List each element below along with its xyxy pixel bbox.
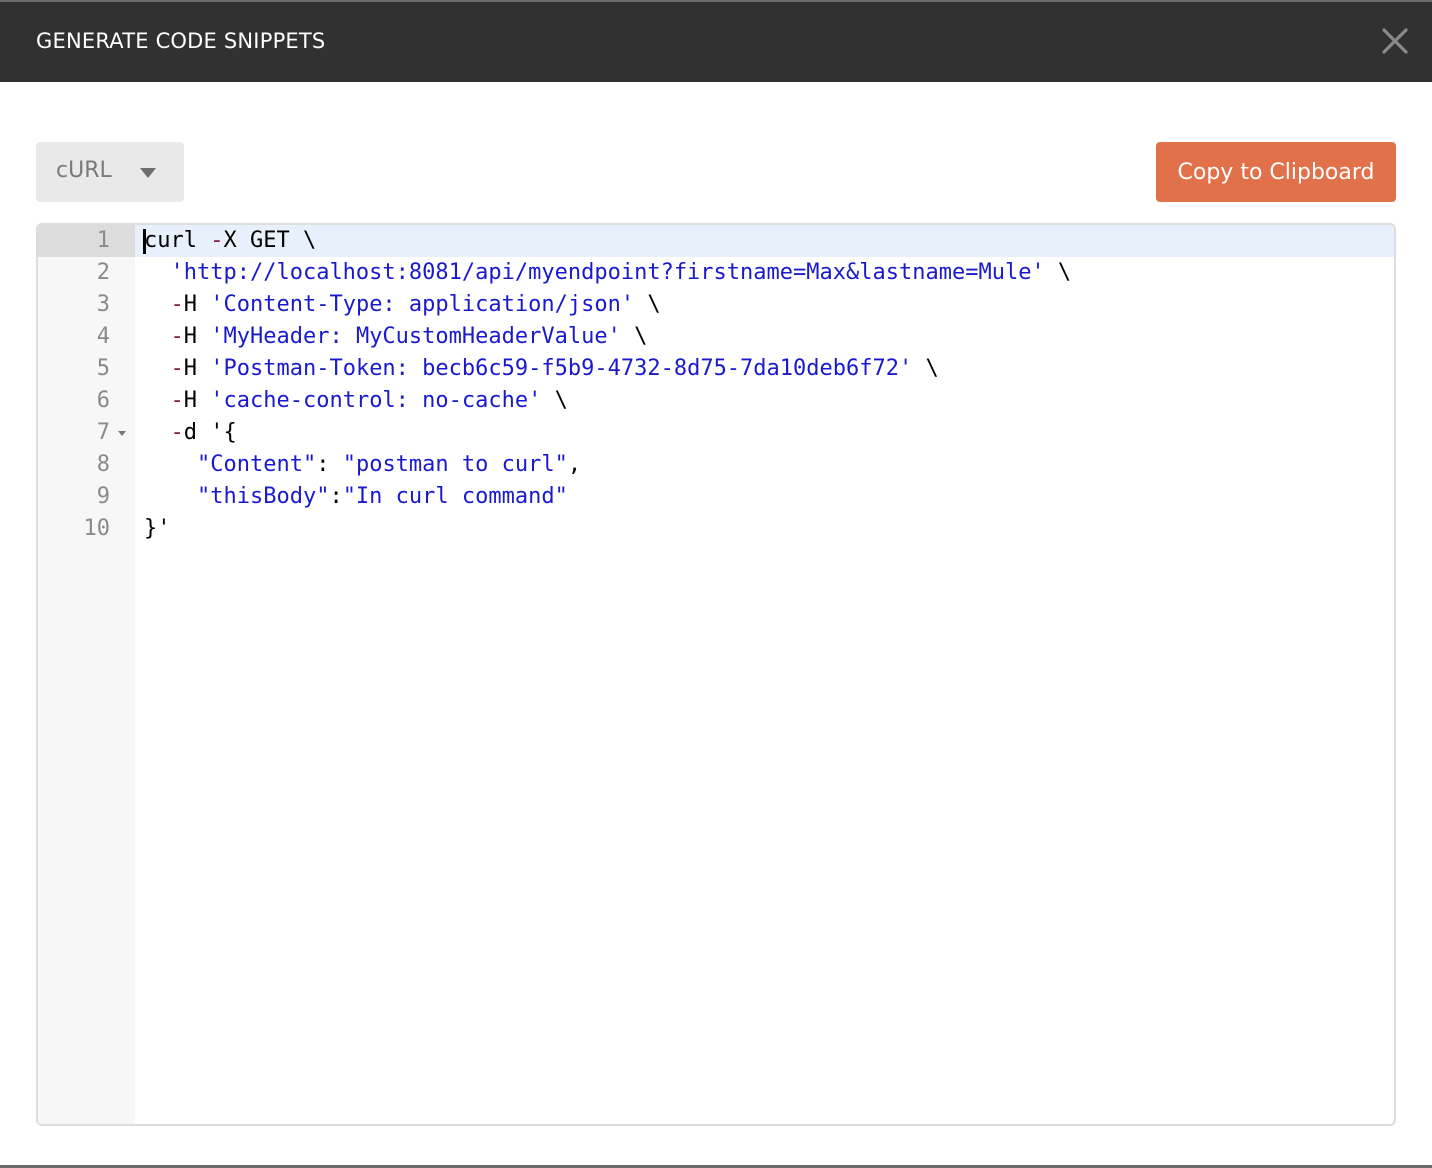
code-line[interactable]: 6 -H 'cache-control: no-cache' \	[38, 385, 1394, 417]
code-token: \	[1044, 260, 1072, 285]
code-editor[interactable]: 1 curl -X GET \ 2 'http://localhost:8081/a…	[36, 223, 1396, 1126]
chevron-down-icon	[140, 168, 156, 178]
string-token: "postman to curl"	[342, 452, 568, 477]
code-text: -d '{	[144, 417, 237, 449]
line-number: 5	[96, 356, 110, 381]
code-line[interactable]: 7 -d '{	[38, 417, 1394, 449]
code-text: "thisBody":"In curl command"	[144, 481, 568, 513]
code-token: \	[912, 356, 939, 381]
operator-token: -	[170, 388, 184, 413]
string-token: 'http://localhost:8081/api/myendpoint?fi…	[170, 260, 1045, 285]
code-text: -H 'MyHeader: MyCustomHeaderValue' \	[144, 321, 648, 353]
code-line[interactable]: 3 -H 'Content-Type: application/json' \	[38, 289, 1394, 321]
code-token: H	[183, 324, 211, 349]
text-cursor	[143, 229, 146, 254]
operator-token: -	[210, 228, 224, 253]
code-text: curl -X GET \	[144, 225, 316, 257]
code-token: ,	[567, 452, 582, 477]
line-number: 4	[96, 324, 110, 349]
code-line[interactable]: 4 -H 'MyHeader: MyCustomHeaderValue' \	[38, 321, 1394, 353]
operator-token: -	[170, 420, 184, 445]
close-icon	[1382, 28, 1408, 54]
code-token: curl	[144, 228, 211, 253]
language-dropdown[interactable]: cURL	[36, 142, 184, 202]
line-number: 10	[83, 516, 111, 541]
code-token: }'	[144, 516, 171, 541]
string-token: "thisBody"	[196, 484, 330, 509]
code-token: d '{	[183, 420, 237, 445]
line-number: 6	[96, 388, 110, 413]
operator-token: -	[170, 324, 184, 349]
code-token: H	[183, 356, 211, 381]
line-number: 3	[96, 292, 110, 317]
code-token: :	[316, 452, 343, 477]
code-text: -H 'Content-Type: application/json' \	[144, 289, 661, 321]
code-line[interactable]: 2 'http://localhost:8081/api/myendpoint?…	[38, 257, 1394, 289]
code-token: H	[183, 388, 211, 413]
operator-token: -	[170, 292, 184, 317]
code-text: 'http://localhost:8081/api/myendpoint?fi…	[144, 257, 1072, 289]
line-number: 9	[96, 484, 110, 509]
operator-token: -	[170, 356, 184, 381]
code-text: }'	[144, 513, 171, 545]
code-text: -H 'cache-control: no-cache' \	[144, 385, 568, 417]
string-token: 'Postman-Token: becb6c59-f5b9-4732-8d75-…	[210, 356, 913, 381]
close-button[interactable]	[1380, 26, 1410, 56]
code-line[interactable]: 10 }'	[38, 513, 1394, 545]
string-token: 'MyHeader: MyCustomHeaderValue'	[210, 324, 621, 349]
code-line[interactable]: 5 -H 'Postman-Token: becb6c59-f5b9-4732-…	[38, 353, 1394, 385]
copy-to-clipboard-button[interactable]: Copy to Clipboard	[1156, 142, 1396, 202]
code-token: \	[634, 292, 661, 317]
code-text: -H 'Postman-Token: becb6c59-f5b9-4732-8d…	[144, 353, 939, 385]
dialog-title: GENERATE CODE SNIPPETS	[36, 29, 326, 53]
code-line[interactable]: 1 curl -X GET \	[38, 225, 1394, 257]
code-line[interactable]: 8 "Content": "postman to curl",	[38, 449, 1394, 481]
string-token: "In curl command"	[342, 484, 568, 509]
string-token: 'Content-Type: application/json'	[210, 292, 635, 317]
code-text: "Content": "postman to curl",	[144, 449, 581, 481]
line-number: 1	[38, 225, 135, 257]
fold-toggle-icon[interactable]	[118, 431, 126, 436]
code-token: :	[329, 484, 343, 509]
line-number: 8	[96, 452, 110, 477]
code-token: \	[541, 388, 568, 413]
code-token: H	[183, 292, 211, 317]
language-selected-label: cURL	[56, 158, 112, 183]
line-number: 2	[96, 260, 110, 285]
code-token: X GET \	[223, 228, 317, 253]
code-lines: 1 curl -X GET \ 2 'http://localhost:8081/a…	[38, 225, 1394, 545]
dialog-header: GENERATE CODE SNIPPETS	[0, 2, 1432, 82]
code-token: \	[620, 324, 648, 349]
string-token: 'cache-control: no-cache'	[210, 388, 542, 413]
code-line[interactable]: 9 "thisBody":"In curl command"	[38, 481, 1394, 513]
string-token: "Content"	[196, 452, 317, 477]
